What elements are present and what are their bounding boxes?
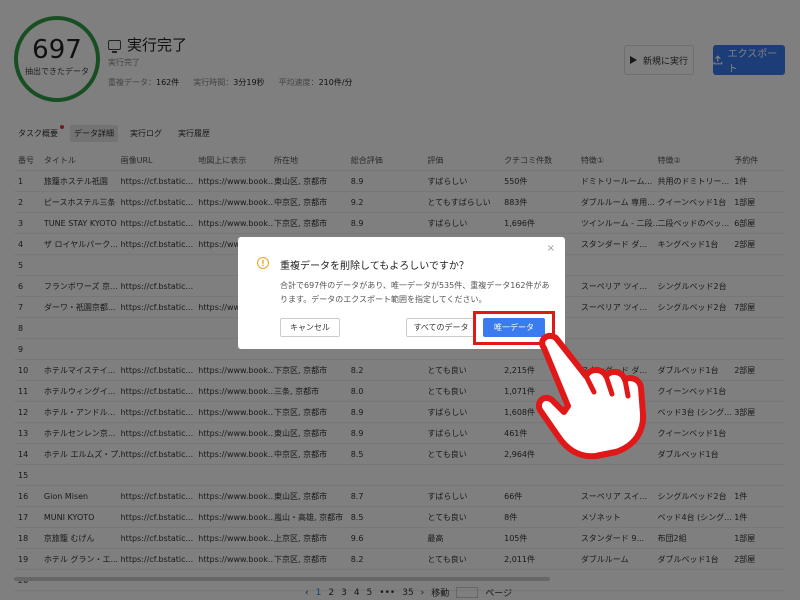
remove-duplicates-dialog: ! 重複データを削除してもよろしいですか？ × 合計で697件のデータがあり、唯… [238,237,565,349]
cancel-button[interactable]: キャンセル [280,318,340,337]
pointing-hand-icon [536,332,647,460]
warning-icon: ! [257,257,269,269]
app-page: 697 抽出できたデータ 実行完了 実行完了 重複データ：162件 実行時間：3… [0,0,800,600]
dialog-message: 合計で697件のデータがあり、唯一データが535件、重複データ162件があります… [280,281,550,304]
close-icon[interactable]: × [547,243,555,254]
dialog-title: 重複データを削除してもよろしいですか？ [280,261,469,272]
all-data-button[interactable]: すべてのデータ [406,318,476,337]
